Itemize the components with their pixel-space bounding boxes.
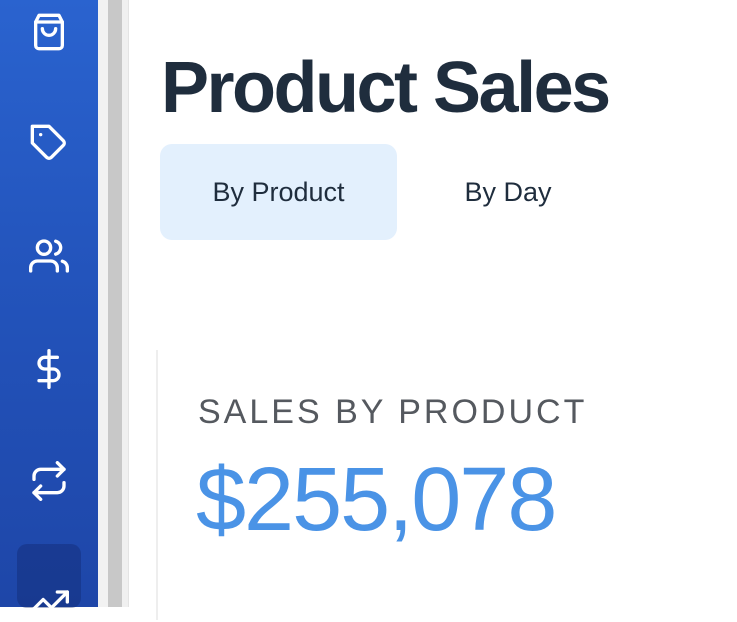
tag-icon [30,124,66,160]
sidebar-item-customers[interactable] [17,224,81,288]
dollar-icon [37,349,61,389]
card-label: SALES BY PRODUCT [198,393,588,431]
sidebar-item-orders[interactable] [17,0,81,64]
trending-up-icon [29,590,69,614]
sidebar-item-revenue[interactable] [17,337,81,401]
card-total-value: $255,078 [196,450,557,550]
tab-by-day[interactable]: By Day [399,144,617,240]
sidebar-item-products[interactable] [17,111,81,175]
scrollbar-thumb[interactable] [108,0,122,607]
tab-by-product[interactable]: By Product [160,144,397,240]
repeat-icon [32,461,66,501]
shopping-bag-icon [34,13,64,51]
users-icon [29,239,69,273]
scrollbar-track [98,0,108,607]
sidebar [0,0,98,614]
sidebar-item-sales[interactable] [17,544,81,614]
sidebar-item-transactions[interactable] [17,449,81,513]
page-title: Product Sales [161,48,611,128]
content-divider [122,0,129,607]
